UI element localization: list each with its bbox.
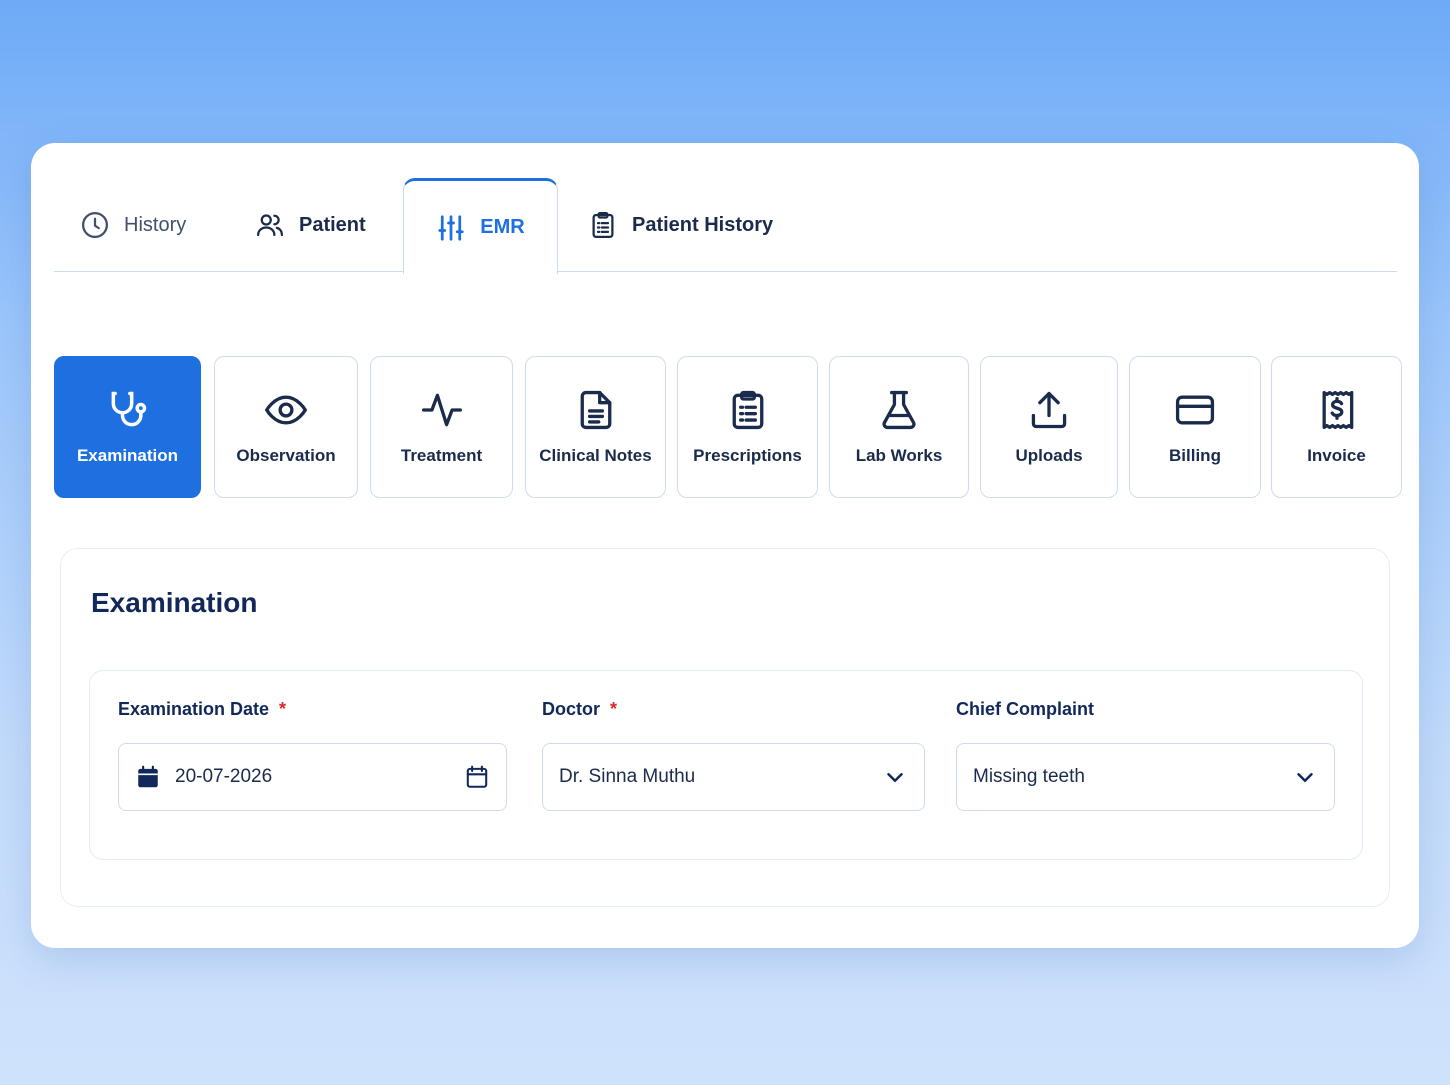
module-treatment[interactable]: Treatment — [370, 356, 513, 498]
clock-icon — [82, 212, 108, 238]
exam-date-value: 20-07-2026 — [175, 766, 273, 787]
module-label: Prescriptions — [693, 446, 802, 465]
eye-icon — [264, 395, 308, 425]
flask-icon — [882, 390, 916, 430]
receipt-icon — [1322, 390, 1353, 430]
users-icon — [257, 214, 283, 237]
pulse-icon — [421, 393, 462, 427]
examination-section: Examination Examination Date * 20-07-2026… — [60, 548, 1390, 907]
chief-complaint-value: Missing teeth — [973, 766, 1085, 787]
clipboard-icon — [732, 390, 763, 430]
module-lab-works[interactable]: Lab Works — [829, 356, 969, 498]
tab-label: History — [124, 213, 187, 236]
tab-label: Patient — [299, 213, 366, 236]
section-title: Examination — [91, 587, 258, 618]
field-chief-complaint-label: Chief Complaint — [956, 699, 1094, 720]
emr-card: History Patient EMR Patient History Exam… — [31, 143, 1419, 948]
tab-history[interactable]: History — [80, 178, 186, 272]
top-tab-bar: History Patient EMR Patient History — [54, 178, 1397, 274]
exam-date-label: Examination Date — [118, 699, 270, 719]
module-label: Treatment — [400, 446, 483, 465]
module-label: Examination — [76, 446, 179, 465]
examination-form: Examination Date * 20-07-2026 Doctor * Dr.… — [89, 670, 1363, 860]
calendar-icon[interactable] — [464, 764, 490, 790]
exam-date-input[interactable]: 20-07-2026 — [118, 743, 507, 811]
tab-patient-history[interactable]: Patient History — [588, 178, 773, 272]
module-label: Clinical Notes — [539, 446, 652, 465]
module-billing[interactable]: Billing — [1129, 356, 1261, 498]
tab-label: Patient History — [632, 213, 774, 236]
doctor-label: Doctor — [542, 699, 600, 719]
module-label: Uploads — [1015, 446, 1083, 465]
chief-complaint-select[interactable]: Missing teeth — [956, 743, 1335, 811]
module-observation[interactable]: Observation — [214, 356, 358, 498]
upload-icon — [1031, 391, 1067, 429]
module-examination[interactable]: Examination — [54, 356, 201, 498]
module-label: Lab Works — [855, 446, 943, 465]
module-clinical-notes[interactable]: Clinical Notes — [525, 356, 666, 498]
chief-complaint-label: Chief Complaint — [956, 699, 1094, 719]
field-exam-date-label: Examination Date * — [118, 699, 286, 720]
module-prescriptions[interactable]: Prescriptions — [677, 356, 818, 498]
module-label: Billing — [1169, 446, 1221, 465]
module-label: Invoice — [1307, 446, 1366, 465]
required-mark: * — [279, 699, 287, 719]
calendar-filled-icon — [138, 765, 158, 788]
tab-label: EMR — [480, 216, 525, 238]
module-uploads[interactable]: Uploads — [980, 356, 1118, 498]
module-invoice[interactable]: Invoice — [1271, 356, 1402, 498]
field-doctor-label: Doctor * — [542, 699, 617, 720]
module-label: Observation — [236, 446, 336, 465]
doctor-value: Dr. Sinna Muthu — [559, 766, 696, 787]
tab-patient[interactable]: Patient — [255, 178, 366, 272]
clipboard-list-icon — [592, 212, 614, 238]
chevron-down-icon — [1297, 773, 1313, 783]
credit-card-icon — [1175, 395, 1215, 425]
chevron-down-icon — [887, 773, 903, 783]
stethoscope-icon — [111, 391, 146, 427]
sliders-icon — [438, 214, 464, 241]
document-icon — [580, 390, 611, 430]
tab-emr[interactable]: EMR — [403, 178, 558, 274]
doctor-select[interactable]: Dr. Sinna Muthu — [542, 743, 925, 811]
required-mark: * — [610, 699, 618, 719]
